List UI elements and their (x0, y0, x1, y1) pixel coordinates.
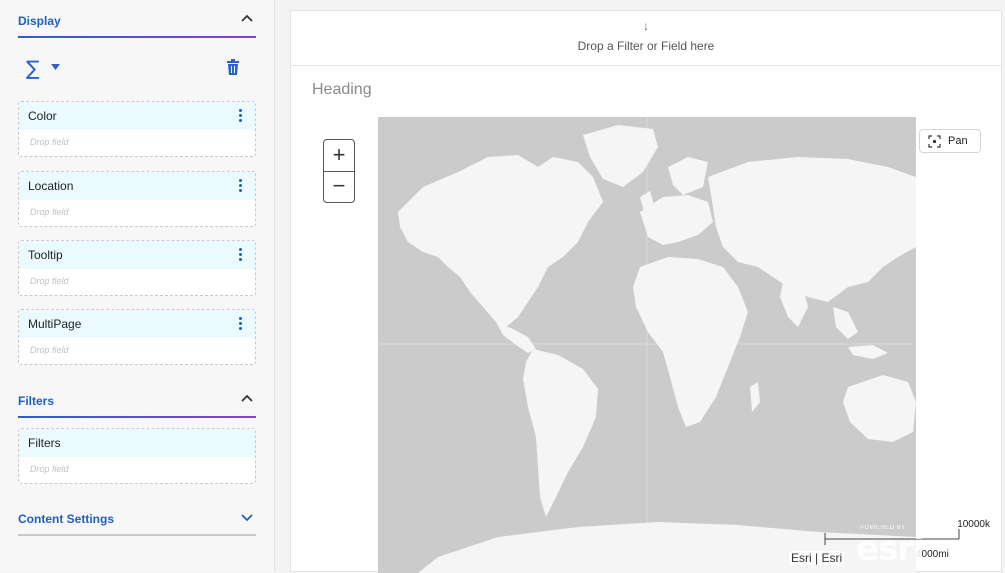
chevron-down-icon[interactable] (240, 510, 254, 524)
more-options-icon[interactable] (239, 109, 243, 123)
more-options-icon[interactable] (239, 317, 243, 331)
content-settings-header[interactable]: Content Settings (18, 506, 256, 534)
drop-field-hint: Drop field (30, 345, 69, 355)
multipage-field-label: MultiPage (19, 310, 255, 338)
color-field-label: Color (19, 102, 255, 130)
map-attribution[interactable]: Esri | Esri (789, 551, 845, 565)
esri-logo-text: esri (856, 529, 925, 569)
drop-field-hint: Drop field (30, 464, 69, 474)
zoom-in-button[interactable]: + (324, 140, 354, 172)
pan-icon (928, 135, 941, 148)
caret-down-icon[interactable] (51, 64, 60, 70)
more-options-icon[interactable] (239, 179, 243, 193)
world-map[interactable] (378, 117, 916, 573)
display-section-header[interactable]: Display (18, 8, 256, 36)
display-toolbar: ∑ (18, 56, 256, 84)
more-options-icon[interactable] (239, 248, 243, 262)
scale-label-km: 10000k (957, 519, 990, 530)
multipage-dropbox[interactable]: MultiPage Drop field (18, 309, 256, 365)
filters-section-underline (18, 416, 256, 418)
drop-field-hint: Drop field (30, 207, 69, 217)
content-settings-title: Content Settings (18, 512, 114, 526)
visual-heading[interactable]: Heading (312, 81, 372, 99)
zoom-out-button[interactable]: − (324, 171, 354, 202)
sigma-icon[interactable]: ∑ (26, 56, 39, 80)
content-settings-underline (18, 534, 256, 536)
tooltip-dropbox[interactable]: Tooltip Drop field (18, 240, 256, 296)
display-section-underline (18, 36, 256, 38)
filters-section-title: Filters (18, 394, 55, 408)
drop-field-hint: Drop field (30, 137, 69, 147)
world-map-graphic (378, 117, 916, 573)
color-dropbox[interactable]: Color Drop field (18, 101, 256, 157)
canvas-area: ↓ Drop a Filter or Field here Heading + … (290, 10, 1002, 573)
drop-field-hint: Drop field (30, 276, 69, 286)
display-section-title: Display (18, 14, 61, 28)
tooltip-field-label: Tooltip (19, 241, 255, 269)
left-panel: Display ∑ Color Drop field Location Drop… (0, 0, 275, 572)
location-field-label: Location (19, 172, 255, 200)
dropzone-text: Drop a Filter or Field here (577, 39, 715, 53)
filters-field-label: Filters (19, 429, 255, 457)
filter-dropzone[interactable]: ↓ Drop a Filter or Field here (291, 11, 1001, 66)
chevron-up-icon[interactable] (240, 12, 254, 26)
chevron-up-icon[interactable] (240, 392, 254, 406)
zoom-controls: + − (323, 139, 355, 203)
esri-logo: POWERED BY esri (856, 523, 926, 573)
filters-dropbox[interactable]: Filters Drop field (18, 428, 256, 484)
trash-icon[interactable] (226, 59, 240, 75)
location-dropbox[interactable]: Location Drop field (18, 171, 256, 227)
arrow-down-icon: ↓ (643, 19, 649, 33)
pan-button[interactable]: Pan (919, 129, 981, 153)
filters-section-header[interactable]: Filters (18, 388, 256, 416)
pan-label: Pan (948, 135, 968, 147)
